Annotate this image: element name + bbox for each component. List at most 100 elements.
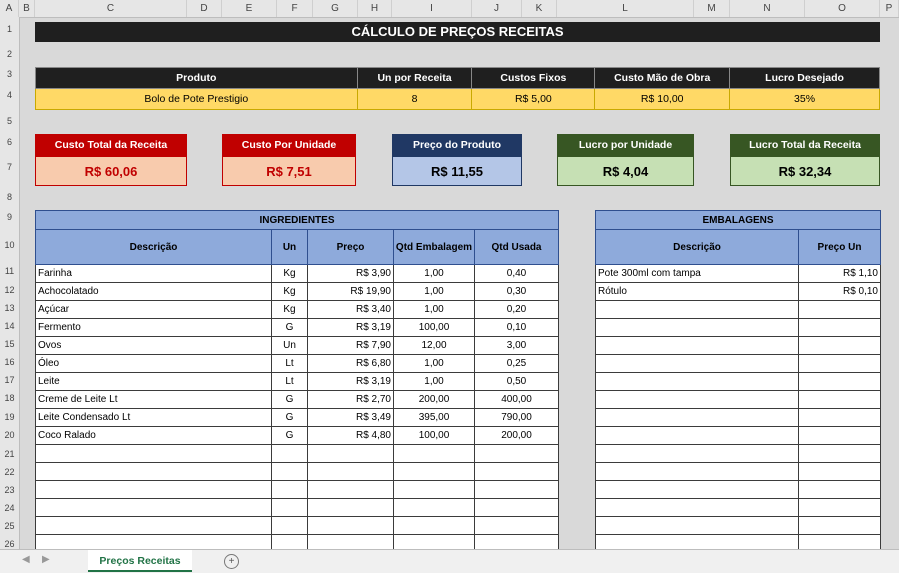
card-value[interactable]: R$ 7,51 <box>222 156 356 186</box>
row-header[interactable]: 23 <box>0 485 19 495</box>
table-cell[interactable]: 1,00 <box>393 264 475 283</box>
table-cell[interactable]: G <box>271 318 308 337</box>
row-header[interactable]: 26 <box>0 539 19 549</box>
row-header[interactable]: 6 <box>0 137 19 147</box>
table-cell[interactable] <box>798 336 881 355</box>
table-cell[interactable]: Pote 300ml com tampa <box>595 264 799 283</box>
column-header[interactable]: N <box>730 0 805 17</box>
row-header[interactable]: 11 <box>0 266 19 276</box>
table-cell[interactable] <box>271 516 308 535</box>
table-cell[interactable] <box>393 444 475 463</box>
table-cell[interactable] <box>474 444 559 463</box>
table-cell[interactable] <box>595 354 799 373</box>
card-value[interactable]: R$ 32,34 <box>730 156 880 186</box>
row-header[interactable]: 7 <box>0 162 19 172</box>
table-cell[interactable] <box>595 390 799 409</box>
table-cell[interactable] <box>393 462 475 481</box>
table-cell[interactable] <box>271 498 308 517</box>
row-header[interactable]: 21 <box>0 449 19 459</box>
un-por-receita-cell[interactable]: 8 <box>356 88 473 110</box>
table-cell[interactable] <box>595 300 799 319</box>
table-cell[interactable]: 1,00 <box>393 282 475 301</box>
table-cell[interactable] <box>798 426 881 445</box>
table-cell[interactable]: G <box>271 426 308 445</box>
table-cell[interactable] <box>35 480 272 499</box>
column-header[interactable]: A <box>0 0 19 17</box>
table-cell[interactable]: 12,00 <box>393 336 475 355</box>
row-header[interactable]: 25 <box>0 521 19 531</box>
table-cell[interactable] <box>474 516 559 535</box>
sheet-tab-precos-receitas[interactable]: Preços Receitas <box>88 550 192 572</box>
table-cell[interactable] <box>271 480 308 499</box>
row-header[interactable]: 15 <box>0 339 19 349</box>
row-header[interactable]: 22 <box>0 467 19 477</box>
table-cell[interactable] <box>595 336 799 355</box>
table-cell[interactable]: R$ 19,90 <box>307 282 394 301</box>
table-cell[interactable] <box>595 408 799 427</box>
table-cell[interactable]: Ovos <box>35 336 272 355</box>
table-cell[interactable]: Achocolatado <box>35 282 272 301</box>
table-cell[interactable] <box>474 480 559 499</box>
table-cell[interactable]: Rótulo <box>595 282 799 301</box>
column-header[interactable]: O <box>805 0 880 17</box>
row-header[interactable]: 9 <box>0 212 19 222</box>
table-cell[interactable]: Creme de Leite Lt <box>35 390 272 409</box>
table-cell[interactable]: Fermento <box>35 318 272 337</box>
column-header[interactable]: P <box>880 0 899 17</box>
table-cell[interactable] <box>595 372 799 391</box>
table-cell[interactable]: G <box>271 408 308 427</box>
table-cell[interactable]: 0,25 <box>474 354 559 373</box>
table-cell[interactable]: 1,00 <box>393 354 475 373</box>
table-cell[interactable]: 3,00 <box>474 336 559 355</box>
table-cell[interactable]: 200,00 <box>393 390 475 409</box>
row-header[interactable]: 5 <box>0 116 19 126</box>
table-cell[interactable]: R$ 7,90 <box>307 336 394 355</box>
table-cell[interactable] <box>474 462 559 481</box>
custos-fixos-cell[interactable]: R$ 5,00 <box>471 88 596 110</box>
table-cell[interactable] <box>307 462 394 481</box>
lucro-desejado-cell[interactable]: 35% <box>729 88 880 110</box>
row-header[interactable]: 19 <box>0 412 19 422</box>
table-cell[interactable] <box>798 516 881 535</box>
table-cell[interactable]: Lt <box>271 354 308 373</box>
card-value[interactable]: R$ 4,04 <box>557 156 694 186</box>
table-cell[interactable]: R$ 0,10 <box>798 282 881 301</box>
table-cell[interactable]: Kg <box>271 264 308 283</box>
column-header[interactable]: G <box>313 0 358 17</box>
row-header[interactable]: 10 <box>0 240 19 250</box>
table-cell[interactable]: 790,00 <box>474 408 559 427</box>
row-header[interactable]: 16 <box>0 357 19 367</box>
table-cell[interactable]: R$ 4,80 <box>307 426 394 445</box>
table-cell[interactable]: 100,00 <box>393 426 475 445</box>
row-header[interactable]: 3 <box>0 69 19 79</box>
table-cell[interactable] <box>307 480 394 499</box>
table-cell[interactable]: Leite Condensado Lt <box>35 408 272 427</box>
table-cell[interactable]: 200,00 <box>474 426 559 445</box>
column-header[interactable]: C <box>35 0 187 17</box>
column-header[interactable]: B <box>19 0 35 17</box>
table-cell[interactable]: 395,00 <box>393 408 475 427</box>
table-cell[interactable]: 0,10 <box>474 318 559 337</box>
table-cell[interactable] <box>307 444 394 463</box>
scroll-right-icon[interactable]: ▶ <box>42 554 50 565</box>
table-cell[interactable] <box>595 318 799 337</box>
table-cell[interactable] <box>595 426 799 445</box>
table-cell[interactable]: Kg <box>271 282 308 301</box>
table-cell[interactable]: R$ 1,10 <box>798 264 881 283</box>
table-cell[interactable]: 1,00 <box>393 372 475 391</box>
table-cell[interactable] <box>595 516 799 535</box>
column-header[interactable]: J <box>472 0 522 17</box>
row-header[interactable]: 12 <box>0 285 19 295</box>
table-cell[interactable] <box>307 516 394 535</box>
table-cell[interactable] <box>271 444 308 463</box>
table-cell[interactable] <box>798 408 881 427</box>
table-cell[interactable] <box>393 516 475 535</box>
table-cell[interactable]: R$ 2,70 <box>307 390 394 409</box>
column-header[interactable]: E <box>222 0 277 17</box>
column-header[interactable]: M <box>694 0 730 17</box>
table-cell[interactable] <box>798 462 881 481</box>
table-cell[interactable]: 0,50 <box>474 372 559 391</box>
produto-cell[interactable]: Bolo de Pote Prestigio <box>35 88 358 110</box>
table-cell[interactable] <box>35 516 272 535</box>
table-cell[interactable] <box>798 444 881 463</box>
